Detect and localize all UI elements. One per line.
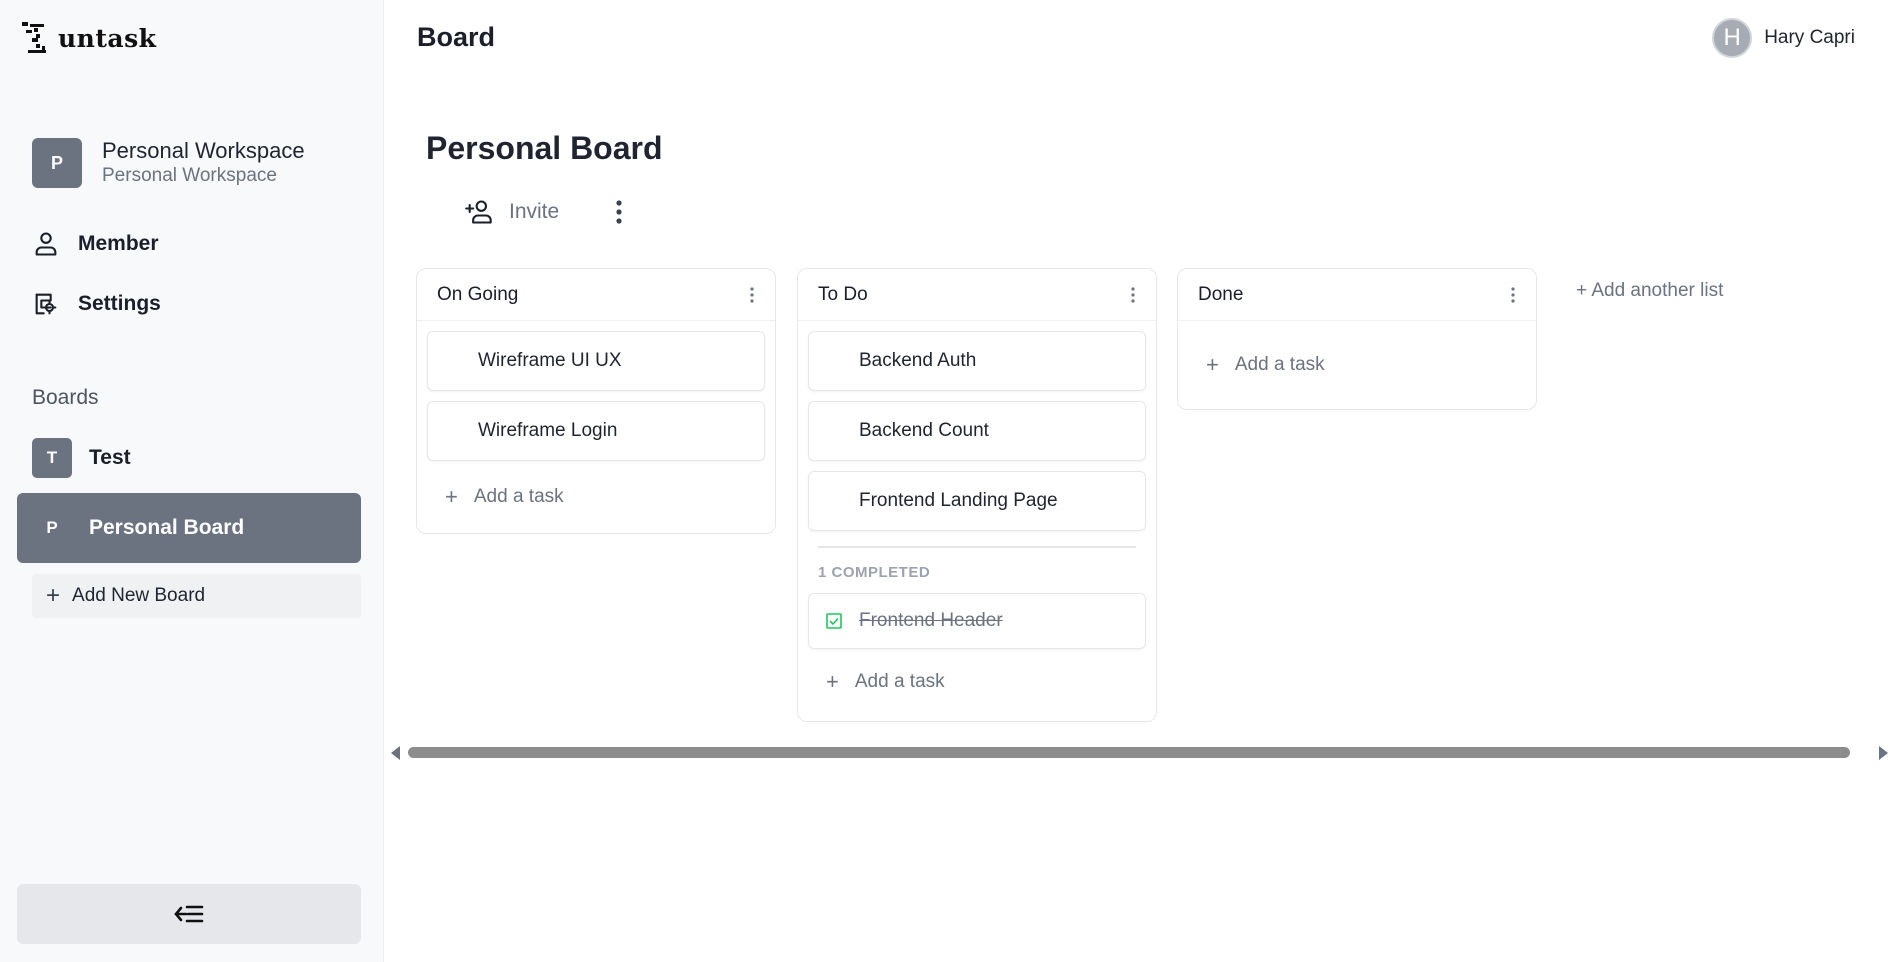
list-more-options-icon[interactable] (749, 286, 755, 304)
scroll-left-arrow[interactable] (391, 746, 400, 760)
add-task-button[interactable]: + Add a task (1178, 321, 1536, 409)
add-task-label: Add a task (1234, 354, 1325, 375)
plus-icon: + (445, 484, 458, 509)
boards-section-label: Boards (32, 386, 99, 409)
nav-item-settings[interactable]: Settings (32, 290, 161, 318)
workspace-avatar: P (32, 138, 82, 188)
task-card[interactable]: Wireframe Login (427, 401, 765, 461)
workspace-name: Personal Workspace (102, 138, 305, 163)
horizontal-scrollbar-thumb[interactable] (408, 747, 1850, 758)
logo-icon (22, 22, 46, 53)
plus-icon: + (826, 669, 839, 694)
completed-count-label[interactable]: 1 COMPLETED (798, 548, 1156, 581)
plus-icon: + (1206, 352, 1219, 377)
board-item-test[interactable]: T Test (17, 423, 361, 493)
completed-task-label: Frontend Header (859, 610, 1003, 631)
board-item-label: Personal Board (89, 516, 245, 539)
user-icon (35, 232, 57, 256)
task-card[interactable]: Frontend Landing Page (808, 471, 1146, 531)
add-task-label: Add a task (473, 486, 564, 507)
task-card[interactable]: Backend Count (808, 401, 1146, 461)
list-more-options-icon[interactable] (1510, 286, 1516, 304)
checkbox-checked-icon[interactable] (825, 612, 843, 630)
list-done: Done + Add a task (1177, 268, 1537, 410)
board-item-label: Test (89, 446, 131, 469)
list-to-do: To Do Backend Auth Backend Count Fronten… (797, 268, 1157, 722)
board-avatar: P (32, 508, 72, 548)
board-title: Personal Board (426, 130, 663, 166)
list-more-options-icon[interactable] (1130, 286, 1136, 304)
board-item-personal-board[interactable]: P Personal Board (17, 493, 361, 563)
scroll-right-arrow[interactable] (1879, 746, 1888, 760)
list-header: To Do (798, 269, 1156, 321)
invite-label: Invite (509, 200, 560, 223)
completed-task-card[interactable]: Frontend Header (808, 593, 1146, 649)
invite-button[interactable]: Invite (465, 198, 559, 226)
app-logo[interactable]: untask (20, 20, 157, 56)
task-card[interactable]: Backend Auth (808, 331, 1146, 391)
add-user-icon (465, 200, 492, 224)
add-another-list-button[interactable]: + Add another list (1576, 280, 1723, 302)
nav-settings-label: Settings (78, 292, 161, 315)
workspace-switcher[interactable]: P Personal Workspace Personal Workspace (32, 138, 305, 188)
add-task-label: Add a task (854, 671, 945, 692)
user-name: Hary Capri (1764, 27, 1855, 48)
nav-member-label: Member (78, 232, 159, 255)
plus-icon: + (46, 582, 61, 609)
board-more-options-icon[interactable] (612, 198, 626, 226)
list-title: To Do (818, 283, 868, 305)
list-header: On Going (417, 269, 775, 321)
add-new-board-button[interactable]: + Add New Board (32, 574, 361, 618)
add-task-button[interactable]: + Add a task (417, 461, 775, 533)
list-on-going: On Going Wireframe UI UX Wireframe Login… (416, 268, 776, 534)
avatar: H (1712, 18, 1753, 58)
nav-item-member[interactable]: Member (32, 230, 159, 258)
settings-icon (35, 293, 57, 315)
collapse-sidebar-button[interactable] (17, 884, 361, 944)
add-task-button[interactable]: + Add a task (798, 649, 1156, 715)
user-menu[interactable]: H Hary Capri (1712, 18, 1855, 58)
list-header: Done (1178, 269, 1536, 321)
add-new-board-label: Add New Board (72, 585, 206, 606)
list-title: On Going (437, 283, 519, 305)
board-avatar: T (32, 438, 72, 478)
sidebar: untask P Personal Workspace Personal Wor… (0, 0, 384, 962)
task-card[interactable]: Wireframe UI UX (427, 331, 765, 391)
page-title: Board (417, 22, 496, 52)
list-title: Done (1198, 283, 1244, 305)
collapse-sidebar-icon (174, 905, 204, 923)
logo-text: untask (58, 23, 157, 53)
workspace-subtitle: Personal Workspace (102, 165, 277, 186)
